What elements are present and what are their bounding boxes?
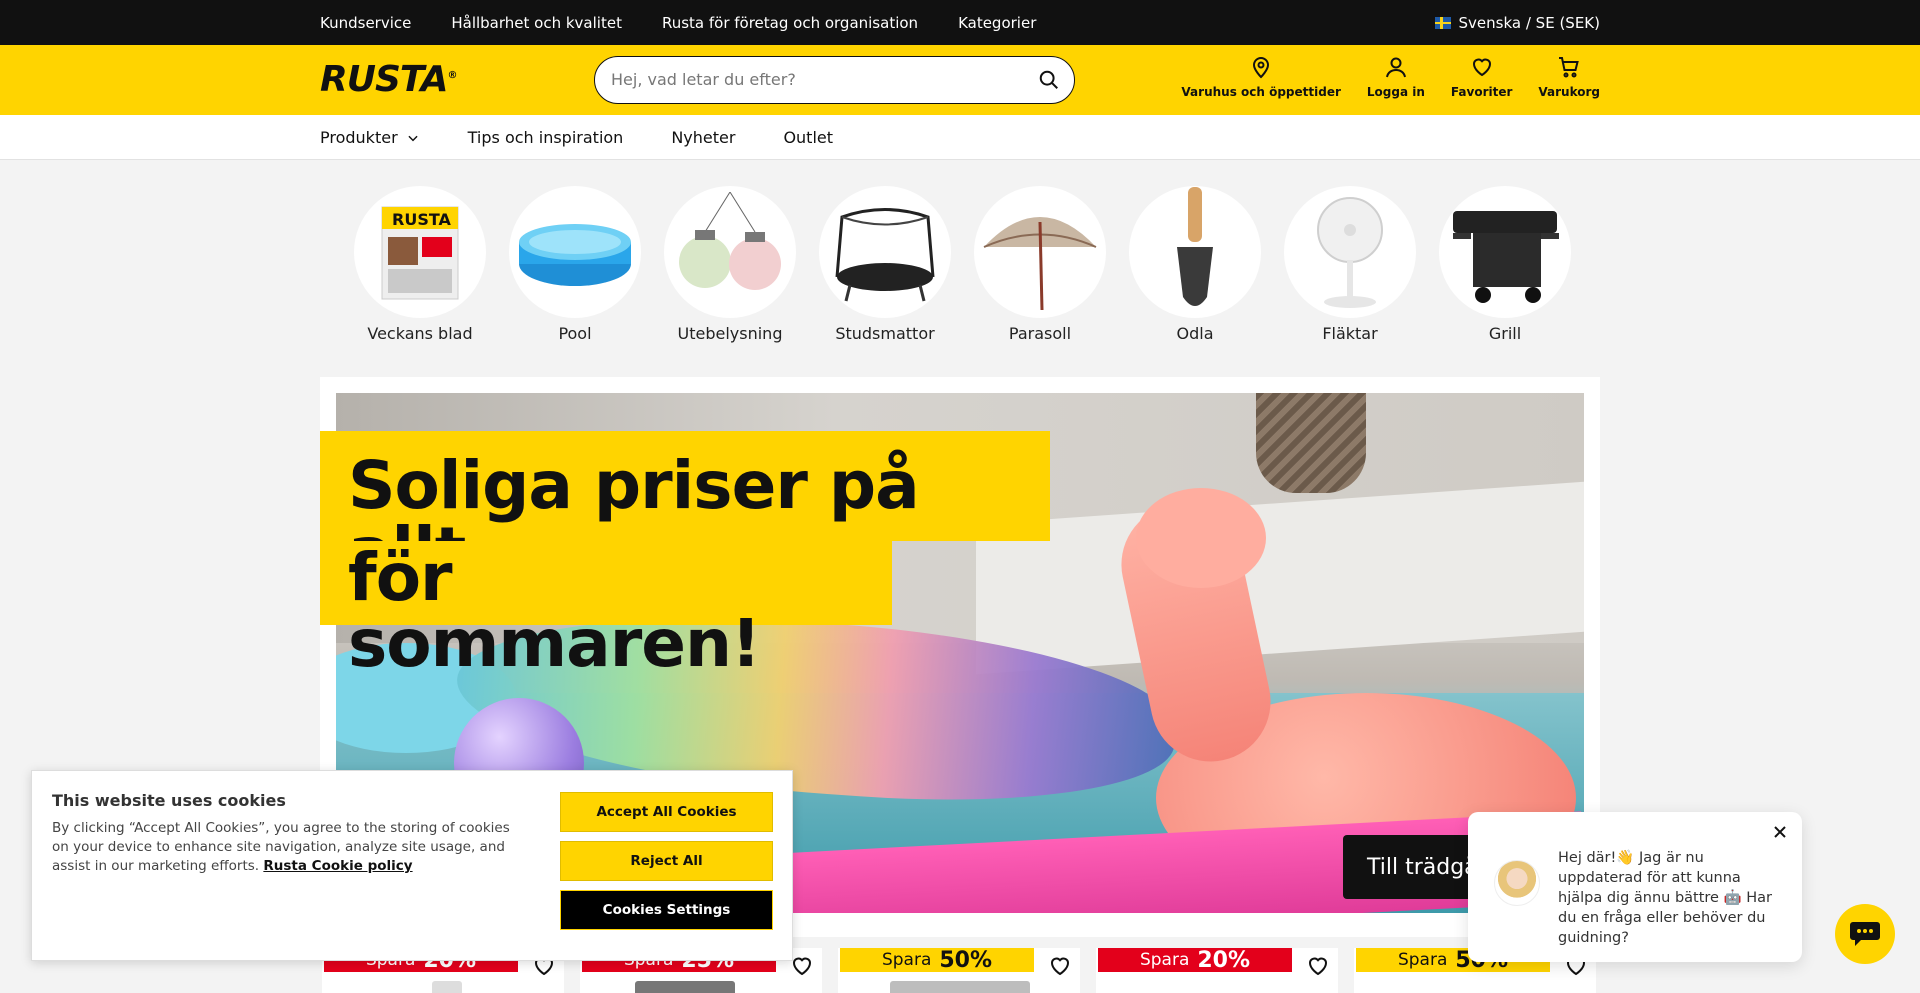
nav-items: Produkter Tips och inspiration Nyheter O… (320, 115, 833, 160)
svg-text:RUSTA: RUSTA (392, 210, 452, 229)
category-image (974, 186, 1106, 318)
close-icon[interactable] (1772, 824, 1788, 840)
favorites-button[interactable]: Favoriter (1451, 55, 1512, 99)
badge-percent: 20% (1197, 948, 1251, 973)
cookie-title: This website uses cookies (52, 791, 286, 810)
hero-headline-line1: Soliga priser på allt (320, 431, 1050, 585)
nav-products[interactable]: Produkter (320, 128, 420, 147)
category-image (1284, 186, 1416, 318)
header-actions: Varuhus och öppettider Logga in Favorite… (1181, 55, 1600, 99)
product-card[interactable]: Spara 20% (1096, 948, 1338, 993)
category-label: Odla (1176, 324, 1214, 343)
product-thumb (890, 981, 1030, 993)
category-image (1439, 186, 1571, 318)
heart-icon[interactable] (790, 954, 814, 978)
search-input[interactable] (611, 57, 1011, 102)
cart-button[interactable]: Varukorg (1538, 55, 1600, 99)
user-icon (1385, 57, 1406, 78)
top-links: Kundservice Hållbarhet och kvalitet Rust… (320, 0, 1036, 45)
category-utebelysning[interactable]: Utebelysning (664, 186, 796, 343)
category-studsmattor[interactable]: Studsmattor (819, 186, 951, 343)
category-pool[interactable]: Pool (509, 186, 641, 343)
rusta-logo[interactable]: RUSTA® (320, 59, 458, 100)
nav-outlet[interactable]: Outlet (783, 128, 833, 147)
favorites-label: Favoriter (1450, 85, 1513, 99)
reject-all-button[interactable]: Reject All (560, 841, 773, 881)
category-image: RUSTA (354, 186, 486, 318)
chat-message: Hej där!👋 Jag är nu uppdaterad för att k… (1558, 850, 1772, 946)
heart-icon[interactable] (1306, 954, 1330, 978)
search-icon[interactable] (1038, 69, 1060, 91)
hero-flamingo-head (1136, 488, 1266, 588)
discount-badge: Spara 20% (1098, 948, 1292, 973)
category-label: Veckans blad (367, 324, 473, 343)
badge-label: Spara (1139, 950, 1190, 970)
discount-badge: Spara 50% (840, 948, 1034, 973)
chat-bubble-icon (1850, 922, 1880, 946)
login-button[interactable]: Logga in (1367, 55, 1425, 99)
cookies-settings-button[interactable]: Cookies Settings (560, 890, 773, 930)
category-image (664, 186, 796, 318)
category-grill[interactable]: Grill (1439, 186, 1571, 343)
category-label: Utebelysning (677, 324, 783, 343)
accept-all-cookies-button[interactable]: Accept All Cookies (560, 792, 773, 832)
language-label: Svenska / SE (SEK) (1458, 13, 1600, 32)
heart-icon[interactable] (1048, 954, 1072, 978)
nav-tips[interactable]: Tips och inspiration (468, 128, 624, 147)
badge-percent: 50% (939, 948, 993, 973)
category-label: Parasoll (1008, 324, 1072, 343)
category-image (1129, 186, 1261, 318)
category-label: Grill (1488, 324, 1522, 343)
nav-news[interactable]: Nyheter (671, 128, 735, 147)
product-thumb (432, 981, 462, 993)
sweden-flag-icon (1434, 16, 1451, 29)
chat-launcher-button[interactable] (1835, 904, 1895, 964)
category-image (509, 186, 641, 318)
heart-icon (1472, 58, 1491, 77)
chevron-down-icon (408, 135, 418, 141)
location-pin-icon (1253, 57, 1270, 79)
category-label: Studsmattor (835, 324, 935, 343)
cookie-banner: This website uses cookies By clicking “A… (31, 770, 793, 961)
hero-basket (1256, 393, 1366, 493)
main-nav: Produkter Tips och inspiration Nyheter O… (0, 115, 1920, 160)
category-carousel: RUSTA Veckans blad Pool Utebelysning Stu… (354, 186, 1571, 343)
badge-label: Spara (1397, 950, 1448, 970)
cart-label: Varukorg (1538, 85, 1600, 99)
category-image (819, 186, 951, 318)
stores-button[interactable]: Varuhus och öppettider (1181, 55, 1341, 99)
language-selector[interactable]: Svenska / SE (SEK) (1434, 0, 1600, 45)
category-parasoll[interactable]: Parasoll (974, 186, 1106, 343)
chat-popup: Hej där!👋 Jag är nu uppdaterad för att k… (1468, 812, 1802, 962)
cart-icon (1559, 57, 1579, 78)
category-flaktar[interactable]: Fläktar (1284, 186, 1416, 343)
link-hallbarhet[interactable]: Hållbarhet och kvalitet (451, 14, 622, 32)
category-label: Fläktar (1322, 324, 1378, 343)
cookie-policy-link[interactable]: Rusta Cookie policy (263, 858, 412, 874)
product-thumb (635, 981, 735, 993)
link-foretag[interactable]: Rusta för företag och organisation (662, 14, 918, 32)
stores-label: Varuhus och öppettider (1181, 85, 1341, 99)
cookie-text: By clicking “Accept All Cookies”, you ag… (52, 819, 512, 876)
login-label: Logga in (1366, 85, 1425, 99)
category-odla[interactable]: Odla (1129, 186, 1261, 343)
chat-avatar (1494, 860, 1540, 906)
logo-text: RUSTA (320, 59, 449, 100)
link-kundservice[interactable]: Kundservice (320, 14, 411, 32)
nav-products-label: Produkter (320, 128, 398, 147)
search-box (594, 56, 1075, 104)
hero-headline-line2: för sommaren! (320, 541, 892, 677)
link-kategorier[interactable]: Kategorier (958, 14, 1036, 32)
main-header: RUSTA® Varuhus och öppettider Logga in F… (0, 45, 1920, 115)
top-bar: Kundservice Hållbarhet och kvalitet Rust… (0, 0, 1920, 45)
category-label: Pool (558, 324, 592, 343)
category-veckans-blad[interactable]: RUSTA Veckans blad (354, 186, 486, 343)
badge-label: Spara (881, 950, 932, 970)
product-card[interactable]: Spara 50% (838, 948, 1080, 993)
